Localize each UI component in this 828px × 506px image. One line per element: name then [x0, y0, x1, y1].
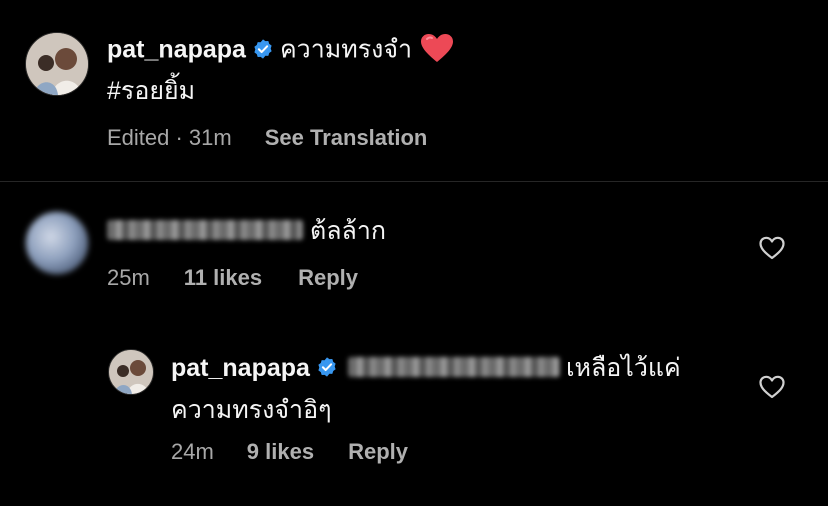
reply-likes-count[interactable]: 9 likes: [247, 439, 314, 464]
comment-time: 25m: [107, 265, 150, 290]
reply-line-2: ความทรงจำอิๆ: [171, 396, 332, 424]
comment-text: ต้ลล้าก: [309, 217, 387, 245]
reply-line-1: pat_napapa เหลือไว้แค่: [171, 352, 681, 384]
commenter-avatar-blurred[interactable]: [25, 211, 89, 275]
red-heart-emoji: [420, 33, 454, 63]
reply-author-username[interactable]: pat_napapa: [171, 354, 310, 382]
comment-line: ต้ลล้าก: [107, 215, 386, 247]
post-author-avatar[interactable]: [25, 32, 89, 96]
reply-reply-button[interactable]: Reply: [348, 439, 408, 464]
reply-text-part-1: เหลือไว้แค่: [565, 354, 681, 382]
reply-meta-row: 24m 9 likes Reply: [171, 438, 408, 466]
commenter-username-blurred[interactable]: [107, 219, 303, 240]
reply-like-heart-icon[interactable]: [759, 375, 785, 399]
comment-likes-count[interactable]: 11 likes: [184, 265, 262, 290]
verified-badge-icon: [254, 39, 272, 59]
reply-author-avatar[interactable]: [108, 349, 154, 395]
reply-avatar-photo: [109, 350, 153, 394]
avatar-photo: [26, 33, 88, 95]
post-edited-time: Edited · 31m: [107, 125, 232, 150]
comment-like-heart-icon[interactable]: [759, 236, 785, 260]
verified-badge-icon: [318, 357, 336, 378]
reply-time: 24m: [171, 439, 214, 464]
post-meta-row: Edited · 31m See Translation: [107, 124, 427, 152]
comment-reply-button[interactable]: Reply: [298, 265, 358, 290]
comment-meta-row: 25m 11 likes Reply: [107, 264, 358, 292]
post-caption-text: ความทรงจำ: [279, 35, 413, 64]
mentioned-username-blurred[interactable]: [347, 356, 560, 377]
see-translation-link[interactable]: See Translation: [265, 125, 428, 150]
caption-divider: [0, 181, 828, 182]
post-author-username[interactable]: pat_napapa: [107, 36, 246, 64]
post-caption-line-2: #รอยยิ้ม: [107, 77, 196, 105]
post-caption-line-1: pat_napapa ความทรงจำ: [107, 33, 454, 69]
